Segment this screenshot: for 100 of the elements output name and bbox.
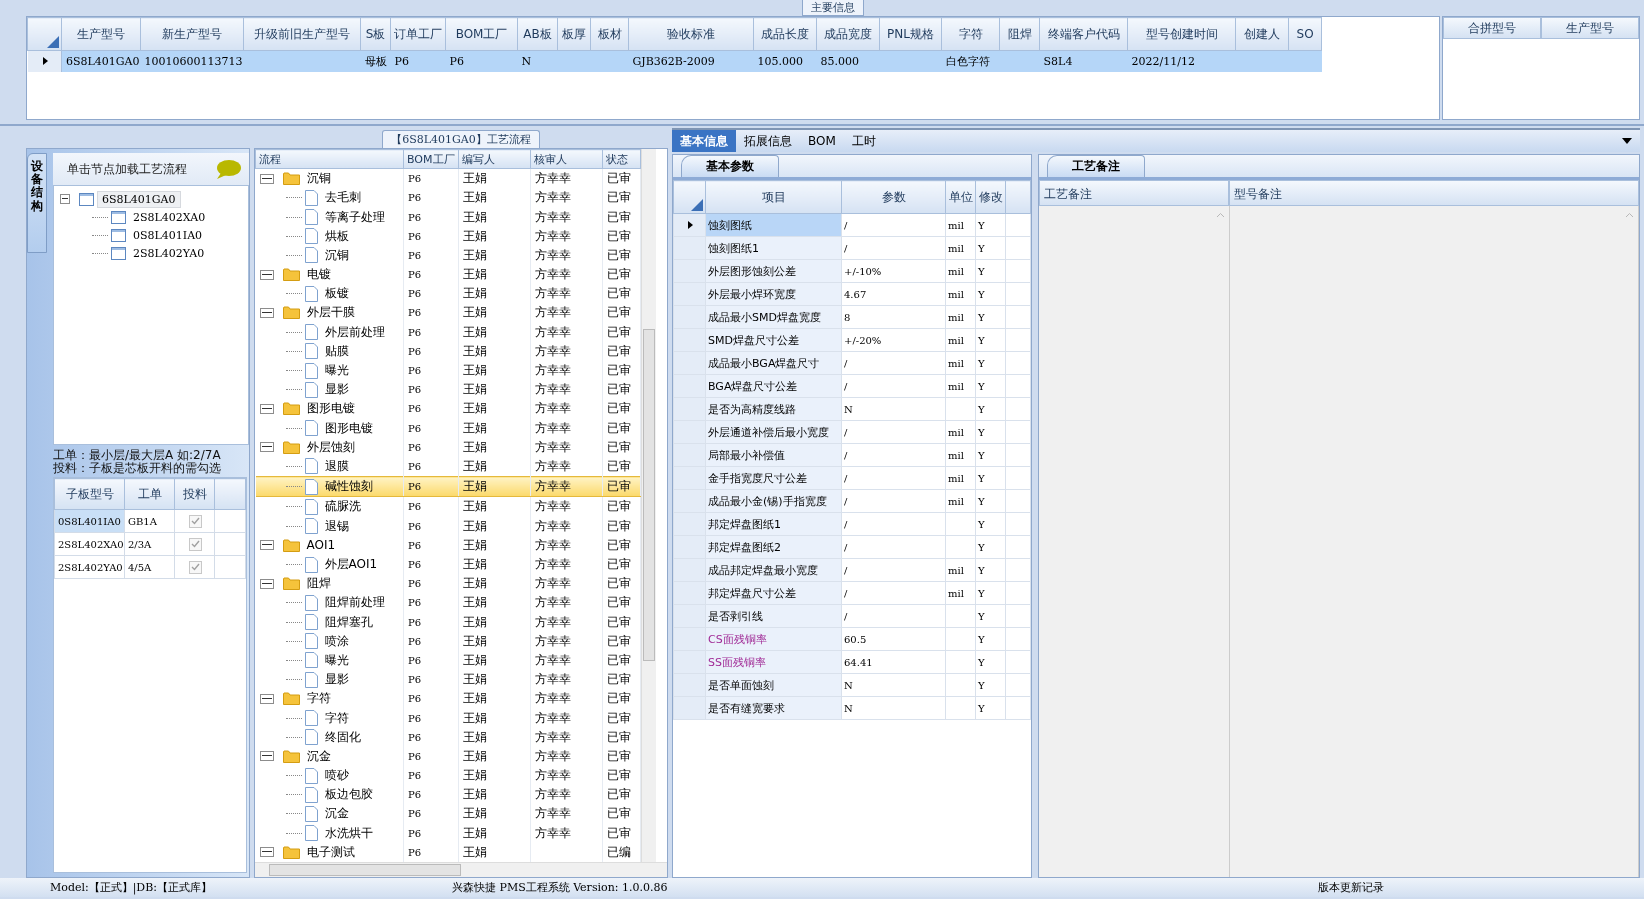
process-row[interactable]: 曝光 P6 王娟 方幸幸 已审 xyxy=(255,360,641,381)
process-row[interactable]: 水洗烘干 P6 王娟 方幸幸 已审 xyxy=(255,823,641,843)
column-header[interactable]: 修改 xyxy=(975,180,1006,214)
collapse-toggle-icon[interactable] xyxy=(259,442,274,453)
process-row[interactable]: 阻焊 P6 王娟 方幸幸 已审 xyxy=(255,574,641,594)
process-row[interactable]: 外层AOI1 P6 王娟 方幸幸 已审 xyxy=(255,554,641,575)
column-header[interactable]: 成品宽度 xyxy=(816,17,880,51)
column-header[interactable]: 验收标准 xyxy=(628,17,754,51)
checkbox[interactable] xyxy=(189,514,202,528)
column-header[interactable]: 阻焊 xyxy=(999,17,1040,51)
parameter-name[interactable]: 是否单面蚀刻 xyxy=(705,673,842,697)
process-row[interactable]: 碱性蚀刻 P6 王娟 方幸幸 已审 xyxy=(255,476,641,497)
column-header[interactable]: 状态 xyxy=(602,149,641,169)
collapse-toggle-icon[interactable] xyxy=(259,403,274,414)
tab[interactable]: BOM xyxy=(800,130,844,152)
horizontal-scrollbar[interactable] xyxy=(255,862,667,877)
column-header[interactable]: 生产型号 xyxy=(1541,17,1639,39)
tree-node[interactable]: 2S8L402XA0 xyxy=(129,209,210,225)
process-row[interactable]: 外层干膜 P6 王娟 方幸幸 已审 xyxy=(255,303,641,323)
parameter-name[interactable]: SS面残铜率 xyxy=(705,650,842,674)
parameter-name[interactable]: 邦定焊盘尺寸公差 xyxy=(705,581,842,605)
collapse-toggle-icon[interactable] xyxy=(259,751,274,762)
parameter-name[interactable]: 金手指宽度尺寸公差 xyxy=(705,466,842,490)
process-row[interactable]: 阻焊前处理 P6 王娟 方幸幸 已审 xyxy=(255,593,641,613)
vertical-scrollbar[interactable] xyxy=(641,149,656,862)
column-header[interactable]: 升级前旧生产型号 xyxy=(243,17,361,51)
process-row[interactable]: 终固化 P6 王娟 方幸幸 已审 xyxy=(255,727,641,747)
process-row[interactable]: 退锡 P6 王娟 方幸幸 已审 xyxy=(255,516,641,536)
collapse-toggle-icon[interactable] xyxy=(259,269,274,280)
process-row[interactable]: 外层蚀刻 P6 王娟 方幸幸 已审 xyxy=(255,437,641,457)
collapse-toggle-icon[interactable] xyxy=(259,847,274,858)
column-header[interactable]: 终端客户代码 xyxy=(1039,17,1128,51)
column-header[interactable]: 项目 xyxy=(705,180,842,214)
parameter-name[interactable]: 外层图形蚀刻公差 xyxy=(705,259,842,283)
parameter-name[interactable]: 外层通道补偿后最小宽度 xyxy=(705,420,842,444)
process-row[interactable]: 沉金 P6 王娟 方幸幸 已审 xyxy=(255,746,641,766)
tree-node[interactable]: 6S8L401GA0 xyxy=(97,190,181,208)
process-row[interactable]: 外层前处理 P6 王娟 方幸幸 已审 xyxy=(255,322,641,342)
sub-tab[interactable]: 工艺备注 xyxy=(1047,155,1145,177)
column-header[interactable]: 创建人 xyxy=(1235,17,1289,51)
collapse-toggle-icon[interactable] xyxy=(259,307,274,318)
column-header[interactable]: 板材 xyxy=(590,17,629,51)
collapse-toggle-icon[interactable] xyxy=(259,693,274,704)
column-header[interactable]: 型号备注 xyxy=(1229,180,1639,206)
parameter-name[interactable]: 外层最小焊环宽度 xyxy=(705,282,842,306)
process-row[interactable]: 阻焊塞孔 P6 王娟 方幸幸 已审 xyxy=(255,612,641,632)
process-row[interactable]: 喷砂 P6 王娟 方幸幸 已审 xyxy=(255,765,641,786)
column-header[interactable]: 流程 xyxy=(255,149,404,169)
side-tab[interactable]: 设备结构 xyxy=(27,153,47,253)
process-row[interactable]: AOI1 P6 王娟 方幸幸 已审 xyxy=(255,535,641,555)
parameter-name[interactable]: 是否为高精度线路 xyxy=(705,397,842,421)
collapse-toggle-icon[interactable] xyxy=(259,540,274,551)
column-header[interactable]: 子板型号 xyxy=(54,478,125,510)
checkbox[interactable] xyxy=(189,537,202,551)
parameter-name[interactable]: 成品最小BGA焊盘尺寸 xyxy=(705,351,842,375)
parameter-name[interactable]: 成品最小金(锡)手指宽度 xyxy=(705,489,842,513)
column-header[interactable]: 工单 xyxy=(124,478,175,510)
process-row[interactable]: 贴膜 P6 王娟 方幸幸 已审 xyxy=(255,341,641,361)
column-header[interactable]: 合拼型号 xyxy=(1443,17,1541,39)
tab[interactable]: 工时 xyxy=(843,130,884,152)
remark-field[interactable] xyxy=(1230,206,1639,877)
column-header[interactable]: 成品长度 xyxy=(753,17,817,51)
parameter-name[interactable]: 邦定焊盘图纸2 xyxy=(705,535,842,559)
tree-node[interactable]: 0S8L401IA0 xyxy=(129,227,207,243)
column-header[interactable]: SO xyxy=(1288,17,1322,51)
tree-node[interactable]: 2S8L402YA0 xyxy=(129,245,209,261)
remark-field[interactable] xyxy=(1039,206,1230,877)
column-header[interactable]: 生产型号 xyxy=(61,17,141,51)
column-header[interactable]: 订单工厂 xyxy=(390,17,446,51)
checkbox[interactable] xyxy=(189,560,202,574)
dropdown-arrow-icon[interactable] xyxy=(1622,138,1632,144)
process-row[interactable]: 沉铜 P6 王娟 方幸幸 已审 xyxy=(255,168,641,189)
column-header[interactable]: 核审人 xyxy=(530,149,603,169)
process-row[interactable]: 烘板 P6 王娟 方幸幸 已审 xyxy=(255,226,641,246)
tab[interactable]: 基本信息 xyxy=(672,130,736,152)
process-row[interactable]: 电镀 P6 王娟 方幸幸 已审 xyxy=(255,264,641,285)
process-row[interactable]: 去毛刺 P6 王娟 方幸幸 已审 xyxy=(255,188,641,208)
process-row[interactable]: 板镀 P6 王娟 方幸幸 已审 xyxy=(255,284,641,304)
parameter-name[interactable]: CS面残铜率 xyxy=(705,627,842,651)
collapse-toggle-icon[interactable] xyxy=(259,173,274,184)
table-row[interactable]: 6S8L401GA0 10010600113713 母板 P6 P6 N GJB362B-2009 105.000 85.000 白色字符 S8L4 2022/11/12 xyxy=(27,50,1322,72)
parameter-name[interactable]: BGA焊盘尺寸公差 xyxy=(705,374,842,398)
column-header[interactable]: AB板 xyxy=(517,17,558,51)
column-header[interactable]: BOM工厂 xyxy=(403,149,459,169)
sub-tab[interactable]: 基本参数 xyxy=(681,155,779,177)
process-row[interactable]: 图形电镀 P6 王娟 方幸幸 已审 xyxy=(255,399,641,419)
parameter-name[interactable]: 成品邦定焊盘最小宽度 xyxy=(705,558,842,582)
process-row[interactable]: 沉铜 P6 王娟 方幸幸 已审 xyxy=(255,245,641,265)
parameter-name[interactable]: 成品最小SMD焊盘宽度 xyxy=(705,305,842,329)
process-row[interactable]: 硫脲洗 P6 王娟 方幸幸 已审 xyxy=(255,496,641,517)
process-row[interactable]: 曝光 P6 王娟 方幸幸 已审 xyxy=(255,650,641,671)
column-header[interactable]: BOM工厂 xyxy=(445,17,518,51)
collapse-toggle-icon[interactable] xyxy=(60,194,70,204)
column-header[interactable]: S板 xyxy=(360,17,391,51)
parameter-name[interactable]: 是否剥引线 xyxy=(705,604,842,628)
parameter-name[interactable]: 局部最小补偿值 xyxy=(705,443,842,467)
update-log-link[interactable]: 版本更新记录 xyxy=(1318,880,1584,895)
process-row[interactable]: 等离子处理 P6 王娟 方幸幸 已审 xyxy=(255,207,641,227)
tab[interactable]: 拓展信息 xyxy=(736,130,800,152)
process-row[interactable]: 显影 P6 王娟 方幸幸 已审 xyxy=(255,670,641,690)
